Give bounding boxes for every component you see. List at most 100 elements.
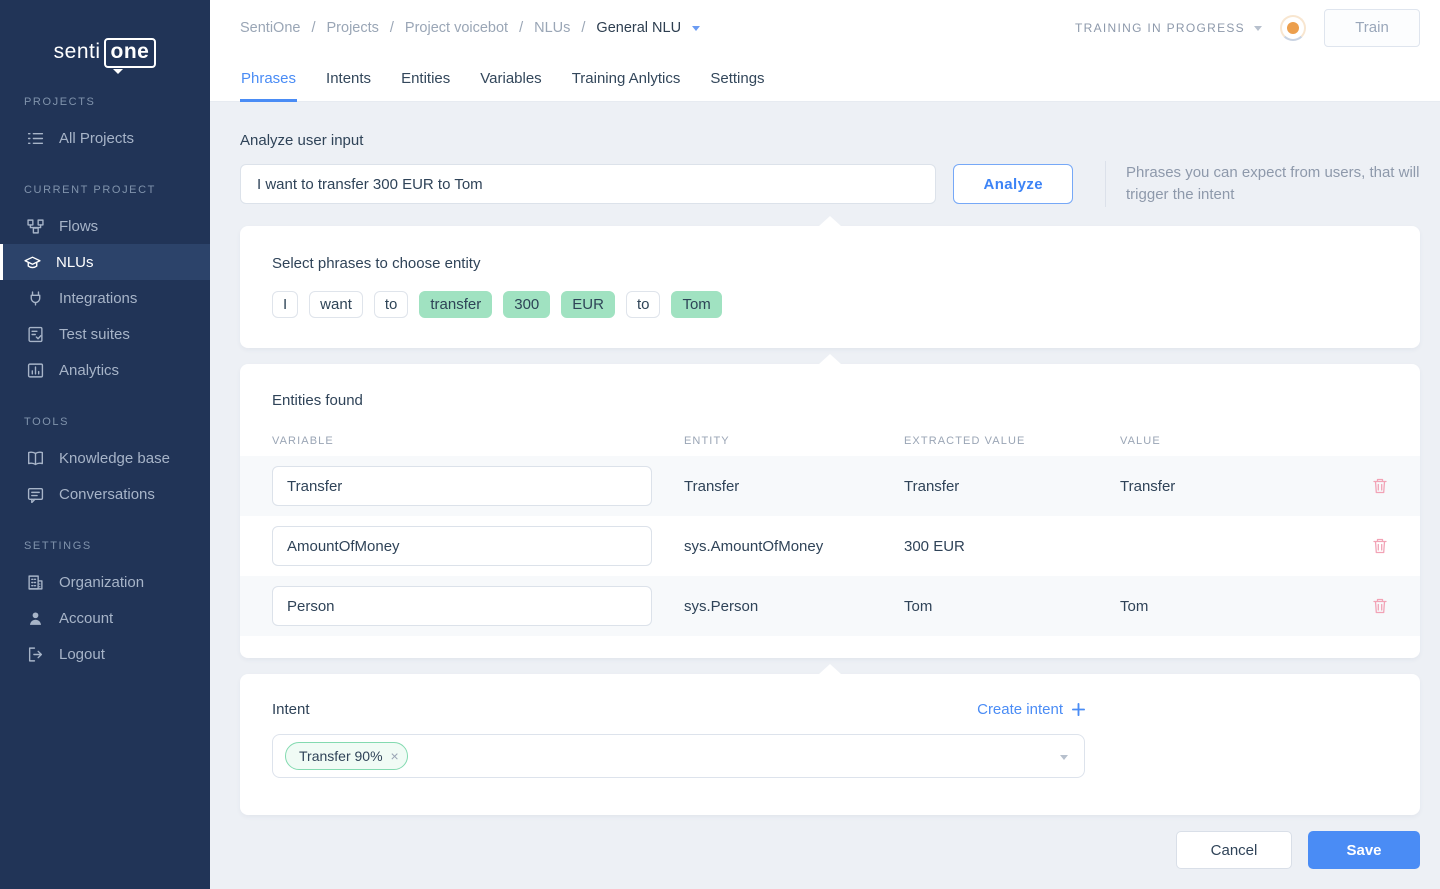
extracted-value-cell: Tom — [904, 598, 1120, 615]
building-icon — [27, 574, 44, 591]
sidebar-item-label: Knowledge base — [59, 450, 170, 467]
selected-intent-label: Transfer 90% — [299, 748, 383, 764]
flow-icon — [27, 218, 44, 235]
entities-table-header: VARIABLE ENTITY EXTRACTED VALUE VALUE — [240, 435, 1420, 447]
token-word-highlighted[interactable]: 300 — [503, 291, 550, 318]
breadcrumb-project-voicebot[interactable]: Project voicebot — [405, 20, 508, 36]
breadcrumb-separator: / — [390, 20, 394, 36]
plus-icon — [1072, 703, 1085, 716]
logo-text-one: one — [104, 38, 157, 68]
breadcrumb-projects[interactable]: Projects — [327, 20, 379, 36]
token-word-highlighted[interactable]: EUR — [561, 291, 615, 318]
chevron-down-icon[interactable] — [1060, 755, 1068, 760]
sidebar-item-logout[interactable]: Logout — [0, 636, 210, 672]
token-word-highlighted[interactable]: Tom — [671, 291, 721, 318]
tab-phrases[interactable]: Phrases — [240, 55, 297, 101]
sidebar-item-nlus[interactable]: NLUs — [0, 244, 210, 280]
tab-variables[interactable]: Variables — [479, 55, 542, 101]
sidebar-section-settings: SETTINGS — [0, 540, 210, 552]
breadcrumb-sentione[interactable]: SentiOne — [240, 20, 300, 36]
topbar-right: TRAINING IN PROGRESS Train — [1075, 9, 1420, 47]
sidebar-item-label: Conversations — [59, 486, 155, 503]
breadcrumb-separator: / — [581, 20, 585, 36]
tab-settings[interactable]: Settings — [709, 55, 765, 101]
token-word[interactable]: to — [626, 291, 661, 318]
breadcrumb-separator: / — [311, 20, 315, 36]
sidebar-item-all-projects[interactable]: All Projects — [0, 120, 210, 156]
entities-card-title: Entities found — [240, 392, 1420, 409]
train-button[interactable]: Train — [1324, 9, 1420, 47]
plug-icon — [27, 290, 44, 307]
remove-intent-icon[interactable]: × — [391, 749, 399, 763]
delete-row-button[interactable] — [1340, 477, 1388, 495]
training-status: TRAINING IN PROGRESS — [1075, 21, 1262, 35]
sidebar-item-organization[interactable]: Organization — [0, 564, 210, 600]
column-header-extracted-value: EXTRACTED VALUE — [904, 435, 1120, 447]
delete-row-button[interactable] — [1340, 537, 1388, 555]
content: Analyze user input Analyze Phrases you c… — [210, 102, 1440, 889]
value-cell: Tom — [1120, 598, 1340, 615]
trash-icon — [1372, 477, 1388, 495]
column-header-value: VALUE — [1120, 435, 1340, 447]
variable-input[interactable] — [272, 466, 652, 506]
sidebar-item-account[interactable]: Account — [0, 600, 210, 636]
variable-input[interactable] — [272, 526, 652, 566]
chevron-down-icon[interactable] — [692, 26, 700, 31]
create-intent-label: Create intent — [977, 701, 1063, 718]
delete-row-button[interactable] — [1340, 597, 1388, 615]
intent-select[interactable]: Transfer 90% × — [272, 734, 1085, 778]
entity-cell: sys.Person — [684, 598, 904, 615]
variable-input[interactable] — [272, 586, 652, 626]
main-area: SentiOne / Projects / Project voicebot /… — [210, 0, 1440, 889]
sidebar-item-conversations[interactable]: Conversations — [0, 476, 210, 512]
extracted-value-cell: 300 EUR — [904, 538, 1120, 555]
extracted-value-cell: Transfer — [904, 478, 1120, 495]
trash-icon — [1372, 537, 1388, 555]
analyze-input[interactable] — [240, 164, 936, 204]
save-button[interactable]: Save — [1308, 831, 1420, 869]
tab-entities[interactable]: Entities — [400, 55, 451, 101]
sidebar-item-integrations[interactable]: Integrations — [0, 280, 210, 316]
token-list: I want to transfer 300 EUR to Tom — [272, 291, 1388, 318]
entity-table-row: Transfer Transfer Transfer — [240, 456, 1420, 516]
breadcrumb-current-nlu[interactable]: General NLU — [596, 20, 681, 36]
analyze-hint-text: Phrases you can expect from users, that … — [1126, 162, 1420, 206]
footer-actions: Cancel Save — [240, 831, 1420, 869]
token-word-highlighted[interactable]: transfer — [419, 291, 492, 318]
entity-cell: sys.AmountOfMoney — [684, 538, 904, 555]
sidebar-item-test-suites[interactable]: Test suites — [0, 316, 210, 352]
card-notch — [819, 664, 841, 674]
logo-text-senti: senti — [54, 40, 101, 63]
bar-chart-icon — [27, 362, 44, 379]
intent-card: Intent Create intent Transfer 90% × — [240, 674, 1420, 815]
cancel-button[interactable]: Cancel — [1176, 831, 1292, 869]
sidebar-item-label: Account — [59, 610, 113, 627]
token-word[interactable]: to — [374, 291, 409, 318]
breadcrumb-nlus[interactable]: NLUs — [534, 20, 570, 36]
tab-intents[interactable]: Intents — [325, 55, 372, 101]
user-icon — [27, 610, 44, 627]
sidebar-item-analytics[interactable]: Analytics — [0, 352, 210, 388]
training-spinner-icon — [1280, 15, 1306, 41]
token-word[interactable]: I — [272, 291, 298, 318]
token-word[interactable]: want — [309, 291, 363, 318]
sidebar-item-label: All Projects — [59, 130, 134, 147]
tab-training-analytics[interactable]: Training Anlytics — [571, 55, 682, 101]
analyze-button[interactable]: Analyze — [953, 164, 1073, 204]
tab-bar: Phrases Intents Entities Variables Train… — [210, 55, 1440, 102]
logout-icon — [27, 646, 44, 663]
sidebar: sentione PROJECTS All Projects CURRENT P… — [0, 0, 210, 889]
sidebar-item-knowledge-base[interactable]: Knowledge base — [0, 440, 210, 476]
phrase-card-title: Select phrases to choose entity — [272, 255, 1388, 272]
sidebar-item-label: Integrations — [59, 290, 137, 307]
sidebar-item-flows[interactable]: Flows — [0, 208, 210, 244]
training-status-label: TRAINING IN PROGRESS — [1075, 21, 1245, 35]
graduation-cap-icon — [24, 254, 41, 271]
create-intent-button[interactable]: Create intent — [977, 701, 1085, 718]
vertical-divider — [1105, 161, 1106, 207]
chevron-down-icon[interactable] — [1254, 26, 1262, 31]
analyze-row: Analyze Phrases you can expect from user… — [240, 161, 1420, 207]
breadcrumb-separator: / — [519, 20, 523, 36]
sidebar-item-label: Flows — [59, 218, 98, 235]
column-header-entity: ENTITY — [684, 435, 904, 447]
